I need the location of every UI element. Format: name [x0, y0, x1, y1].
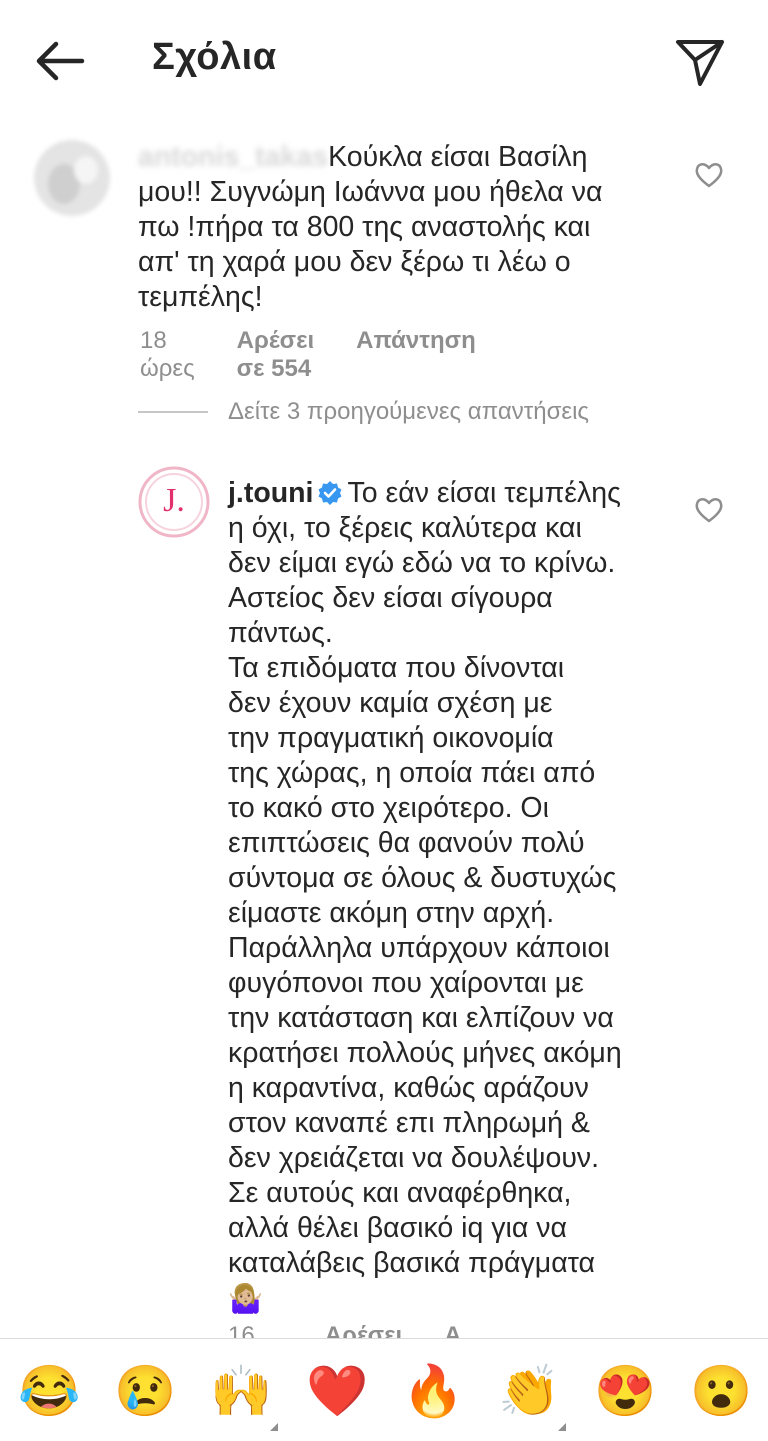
emoji-surprised[interactable]: 😮: [690, 1361, 753, 1421]
emoji-raising-hands[interactable]: 🙌: [210, 1361, 278, 1431]
comment-line: Κούκλα είσαι Βασίλη: [328, 141, 588, 173]
skin-tone-indicator: [558, 1423, 566, 1431]
emoji-glyph: 😂: [18, 1363, 81, 1419]
like-button[interactable]: [694, 495, 724, 525]
emoji-glyph: 🙌: [210, 1363, 273, 1419]
comment-line: επιπτώσεις θα φανούν πολύ: [228, 827, 585, 859]
shrug-emoji: 🤷🏼‍♀️: [228, 1283, 263, 1314]
comment-line: κρατήσει πολλούς μήνες ακόμη: [228, 1037, 622, 1069]
comment-line: αλλά θέλει βασικό iq για να: [228, 1212, 567, 1244]
comment-line: δεν έχουν καμία σχέση με: [228, 687, 553, 719]
emoji-crying[interactable]: 😢: [114, 1361, 177, 1421]
comment-line: πω !πήρα τα 800 της αναστολής και: [138, 211, 591, 243]
avatar[interactable]: [34, 140, 110, 216]
emoji-tears-of-joy[interactable]: 😂: [18, 1361, 81, 1421]
comment-line: σύντομα σε όλους & δυστυχώς: [228, 862, 617, 894]
emoji-glyph: 🔥: [402, 1363, 465, 1419]
view-replies-label: Δείτε 3 προηγούμενες απαντήσεις: [228, 398, 589, 425]
top-bar: Σχόλια: [0, 0, 768, 120]
comment-line: Τα επιδόματα που δίνονται: [228, 652, 565, 684]
view-previous-replies[interactable]: Δείτε 3 προηγούμενες απαντήσεις: [138, 398, 589, 426]
comment-line: της χώρας, η οποία πάει από: [228, 757, 596, 789]
comment-line: την πραγματική οικονομία: [228, 722, 554, 754]
emoji-glyph: ❤️: [306, 1363, 369, 1419]
emoji-glyph: 👏: [498, 1363, 561, 1419]
comment-line: στον καναπέ επι πληρωμή &: [228, 1107, 590, 1139]
comment-line: είμαστε ακόμη στην αρχή.: [228, 897, 555, 929]
page-title: Σχόλια: [152, 36, 277, 78]
username-link[interactable]: j.touni: [228, 477, 313, 509]
likes-count[interactable]: Αρέσει σε 554: [237, 327, 314, 383]
arrow-left-icon: [36, 41, 85, 81]
emoji-glyph: 😍: [594, 1363, 657, 1419]
emoji-heart-eyes[interactable]: 😍: [594, 1361, 657, 1421]
comment-line: δεν χρειάζεται να δουλέψουν.: [228, 1142, 600, 1174]
skin-tone-indicator: [270, 1423, 278, 1431]
comment-line: τεμπέλης!: [138, 281, 263, 313]
comment-text: j.touni Το εάν είσαι τεμπέλης η όχι, το …: [228, 476, 678, 1316]
reply-button[interactable]: Απάντηση: [356, 327, 476, 383]
emoji-heart[interactable]: ❤️: [306, 1361, 369, 1421]
like-button[interactable]: [694, 160, 724, 190]
comment-line: καταλάβεις βασικά πράγματα: [228, 1247, 596, 1279]
paper-plane-icon: [676, 40, 724, 86]
username-link[interactable]: antonis_takas: [138, 141, 328, 173]
share-button[interactable]: [670, 34, 730, 90]
comment-line: φυγόπονοι που χαίρονται με: [228, 967, 584, 999]
avatar[interactable]: J.: [138, 466, 210, 538]
avatar-letter: J.: [163, 482, 185, 519]
comment-meta: 18 ώρες Αρέσει σε 554 Απάντηση: [140, 327, 476, 383]
back-button[interactable]: [30, 36, 90, 86]
divider: [138, 411, 208, 413]
comment-line: Αστείος δεν είσαι σίγουρα: [228, 582, 553, 614]
comment-line: Παράλληλα υπάρχουν κάποιοι: [228, 932, 610, 964]
comment-text: antonis_takasΚούκλα είσαι Βασίλη μου!! Σ…: [138, 140, 678, 315]
heart-icon: [695, 163, 723, 188]
comment-line: μου!! Συγνώμη Ιωάννα μου ήθελα να: [138, 176, 603, 208]
avatar-image: [34, 140, 110, 216]
comment-line: το κακό στο χειρότερο. Οι: [228, 792, 549, 824]
emoji-glyph: 😮: [690, 1363, 753, 1419]
comment-line: την κατάσταση και ελπίζουν να: [228, 1002, 614, 1034]
comment-line: Σε αυτούς και αναφέρθηκα,: [228, 1177, 572, 1209]
emoji-glyph: 😢: [114, 1363, 177, 1419]
comment-line: δεν είμαι εγώ εδώ να το κρίνω.: [228, 547, 616, 579]
comment-time: 18 ώρες: [140, 327, 195, 382]
comment-line: η όχι, το ξέρεις καλύτερα και: [228, 512, 582, 544]
heart-icon: [695, 498, 723, 523]
comment-line: Το εάν είσαι τεμπέλης: [347, 477, 621, 509]
comment-line: απ' τη χαρά μου δεν ξέρω τι λέω ο: [138, 246, 571, 278]
emoji-clapping[interactable]: 👏: [498, 1361, 566, 1431]
comment-line: πάντως.: [228, 617, 333, 649]
comment-line: η καραντίνα, καθώς αράζουν: [228, 1072, 589, 1104]
emoji-fire[interactable]: 🔥: [402, 1361, 465, 1421]
emoji-quick-bar: 😂 😢 🙌 ❤️ 🔥 👏 😍 😮: [0, 1338, 768, 1441]
verified-badge-icon: [318, 481, 342, 505]
